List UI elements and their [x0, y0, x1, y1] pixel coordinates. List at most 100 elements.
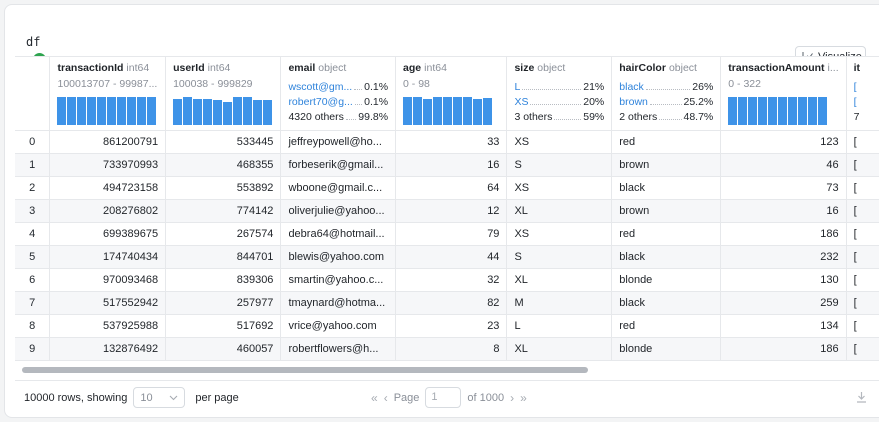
leader-dots: [522, 89, 582, 90]
histogram-bar: [818, 97, 828, 125]
category-label: 3 others: [514, 111, 553, 123]
next-page-icon[interactable]: ›: [510, 391, 514, 405]
category-summary-row[interactable]: L 21%: [514, 81, 604, 93]
row-index: 7: [15, 291, 51, 315]
histogram-bar: [67, 97, 77, 125]
table-cell: blonde: [611, 268, 722, 292]
table-cell: blonde: [611, 337, 722, 361]
last-page-icon[interactable]: »: [520, 391, 527, 405]
category-summary-row[interactable]: black 26%: [619, 81, 713, 93]
column-range: 100038 - 999829: [173, 78, 253, 90]
column-histogram[interactable]: [57, 97, 158, 125]
index-header: [15, 57, 51, 131]
category-summary-row[interactable]: robert70@g... 0.1%: [288, 96, 388, 108]
leader-dots: [645, 89, 691, 90]
column-histogram[interactable]: [728, 97, 838, 125]
category-summary-row[interactable]: [: [854, 81, 879, 93]
row-index: 8: [15, 314, 51, 338]
table-footer: 10000 rows, showing 10 per page « ‹ Page…: [15, 380, 879, 414]
page-number-input[interactable]: 1: [425, 387, 462, 408]
leader-dots: [530, 104, 582, 105]
table-row: 3 208276802 774142 oliverjulie@yahoo... 12 XL…: [15, 199, 879, 223]
table-cell: [: [846, 176, 879, 200]
histogram-bar: [183, 97, 193, 125]
first-page-icon[interactable]: «: [371, 391, 378, 405]
histogram-bar: [423, 99, 433, 125]
column-name-text: transactionAmount: [728, 62, 825, 74]
table-cell: red: [611, 314, 722, 338]
table-row: 7 517552942 257977 tmaynard@hotma... 82 Mblac…: [15, 291, 879, 315]
column-header-age[interactable]: age int64 0 - 98: [395, 57, 508, 131]
histogram-bar: [243, 97, 253, 125]
column-header-hairColor[interactable]: hairColor object black 26% brown 25.2% 2 other…: [611, 57, 722, 131]
scrollbar-thumb[interactable]: [22, 367, 588, 373]
column-header-transactionId[interactable]: transactionId int64 100013707 - 99987...: [49, 57, 167, 131]
table-cell: [: [846, 337, 879, 361]
table-cell: black: [611, 291, 722, 315]
histogram-bar: [253, 100, 263, 125]
row-index: 1: [15, 153, 51, 177]
table-cell: XL: [506, 337, 613, 361]
histogram-bar: [443, 97, 453, 125]
histogram-bar: [758, 97, 768, 125]
table-cell: 46: [720, 153, 847, 177]
column-dtype: object: [537, 62, 566, 74]
table-cell: [: [846, 130, 879, 154]
table-cell: XL: [506, 268, 613, 292]
histogram-bar: [778, 97, 788, 125]
histogram-bar: [808, 97, 818, 125]
table-cell: 186: [720, 337, 847, 361]
pagination: « ‹ Page 1 of 1000 › »: [371, 387, 527, 408]
column-name-text: transactionId: [57, 62, 124, 74]
column-name-text: email: [288, 62, 316, 74]
column-header-size[interactable]: size object L 21% XS 20% 3 others 59%: [506, 57, 613, 131]
table-cell: 32: [395, 268, 508, 292]
column-header-userId[interactable]: userId int64 100038 - 999829: [165, 57, 282, 131]
column-dtype: object: [668, 62, 697, 74]
histogram-bar: [453, 97, 463, 125]
leader-dots: [354, 104, 363, 105]
category-label: 4320 others: [288, 111, 344, 123]
column-range: 100013707 - 99987...: [57, 78, 158, 90]
column-histogram[interactable]: [173, 97, 273, 125]
category-summary-row[interactable]: XS 20%: [514, 96, 604, 108]
table-row: 9 132876492 460057 robertflowers@h... 8 XL blo…: [15, 337, 879, 361]
table-cell: 8: [395, 337, 508, 361]
category-summary-row[interactable]: [: [854, 96, 879, 108]
table-cell: 64: [395, 176, 508, 200]
table-cell: blewis@yahoo.com: [280, 245, 397, 269]
table-cell: 208276802: [49, 199, 167, 223]
category-summary-row[interactable]: wscott@gm... 0.1%: [288, 81, 388, 93]
column-header-partial[interactable]: it [[7: [846, 57, 879, 131]
page-size-select[interactable]: 10: [133, 387, 186, 408]
download-icon[interactable]: [856, 391, 867, 406]
table-cell: 774142: [165, 199, 282, 223]
table-cell: 186: [720, 222, 847, 246]
histogram-bar: [433, 97, 443, 125]
table-cell: 44: [395, 245, 508, 269]
column-header-email[interactable]: email object wscott@gm... 0.1% robert70@g...…: [280, 57, 397, 131]
table-cell: 533445: [165, 130, 282, 154]
row-index: 6: [15, 268, 51, 292]
histogram-bar: [87, 97, 97, 125]
prev-page-icon[interactable]: ‹: [384, 391, 388, 405]
category-summary-row[interactable]: brown 25.2%: [619, 96, 713, 108]
category-percent: 26%: [692, 81, 714, 93]
table-cell: smartin@yahoo.c...: [280, 268, 397, 292]
table-cell: vrice@yahoo.com: [280, 314, 397, 338]
histogram-bar: [107, 97, 117, 125]
table-cell: 132876492: [49, 337, 167, 361]
table-cell: 553892: [165, 176, 282, 200]
category-label: brown: [619, 96, 648, 108]
column-header-transactionAmount[interactable]: transactionAmount i... 0 - 322: [720, 57, 847, 131]
row-index: 5: [15, 245, 51, 269]
table-cell: S: [506, 153, 613, 177]
histogram-bar: [77, 97, 87, 125]
horizontal-scrollbar[interactable]: [15, 366, 875, 374]
table-cell: 16: [395, 153, 508, 177]
table-cell: XS: [506, 176, 613, 200]
category-percent: 0.1%: [364, 96, 389, 108]
table-cell: brown: [611, 199, 722, 223]
column-dtype: int64: [207, 62, 231, 74]
column-histogram[interactable]: [403, 97, 499, 125]
